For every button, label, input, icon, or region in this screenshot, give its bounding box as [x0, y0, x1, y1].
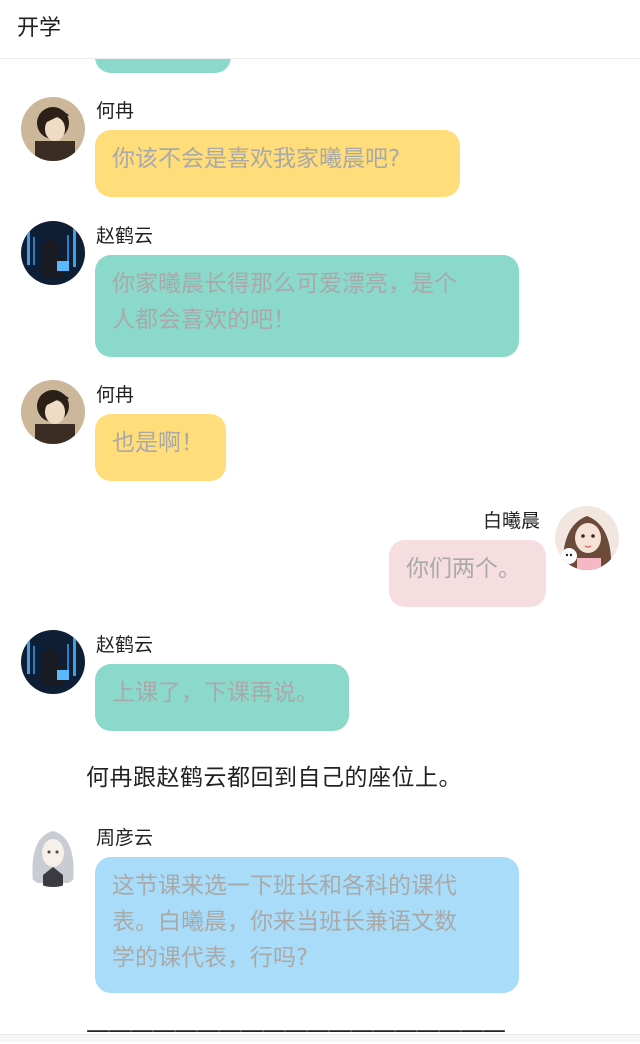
avatar-zhou-yan-yun[interactable] [21, 823, 85, 887]
avatar-bai-xi-chen[interactable] [555, 506, 619, 570]
sender-name: 周彦云 [96, 827, 154, 849]
sender-name: 赵鹤云 [96, 634, 154, 656]
message-text: 你们两个。 [406, 556, 521, 582]
sender-name: 白曦晨 [483, 510, 541, 532]
avatar-zhao-he-yun[interactable] [21, 221, 85, 285]
message-text: 你该不会是喜欢我家曦晨吧? [112, 146, 401, 172]
avatar-zhao-he-yun[interactable] [21, 630, 85, 694]
message-text: 也是啊！ [112, 430, 204, 456]
message-bubble: 上课了，下课再说。 [95, 664, 349, 731]
message-bubble: 也是啊！ [95, 414, 226, 481]
sender-name: 何冉 [96, 384, 135, 406]
chat-header: 开学 [0, 0, 640, 59]
message-text-line: 人都会喜欢的吧！ [112, 307, 296, 333]
sender-name: 赵鹤云 [96, 225, 154, 247]
message-bubble: 你们两个。 [389, 540, 546, 607]
message-bubble: 你该不会是喜欢我家曦晨吧? [95, 130, 460, 197]
avatar-he-ran[interactable] [21, 97, 85, 161]
avatar-he-ran[interactable] [21, 380, 85, 444]
message-text-line: 表。白曦晨，你来当班长兼语文数 [112, 909, 457, 935]
message-bubble: 你家曦晨长得那么可爱漂亮，是个 人都会喜欢的吧！ [95, 255, 519, 357]
message-text-line: 学的课代表，行吗? [112, 945, 309, 971]
message-text-line: 你家曦晨长得那么可爱漂亮，是个 [112, 271, 457, 297]
sender-name: 何冉 [96, 100, 135, 122]
message-text-line: 这节课来选一下班长和各科的课代 [112, 873, 457, 899]
chat-title: 开学 [17, 16, 62, 41]
message-text: 上课了，下课再说。 [112, 680, 319, 706]
narration-text: 何冉跟赵鹤云都回到自己的座位上。 [86, 765, 462, 791]
message-bubble: 这节课来选一下班长和各科的课代 表。白曦晨，你来当班长兼语文数 学的课代表，行吗… [95, 857, 519, 993]
